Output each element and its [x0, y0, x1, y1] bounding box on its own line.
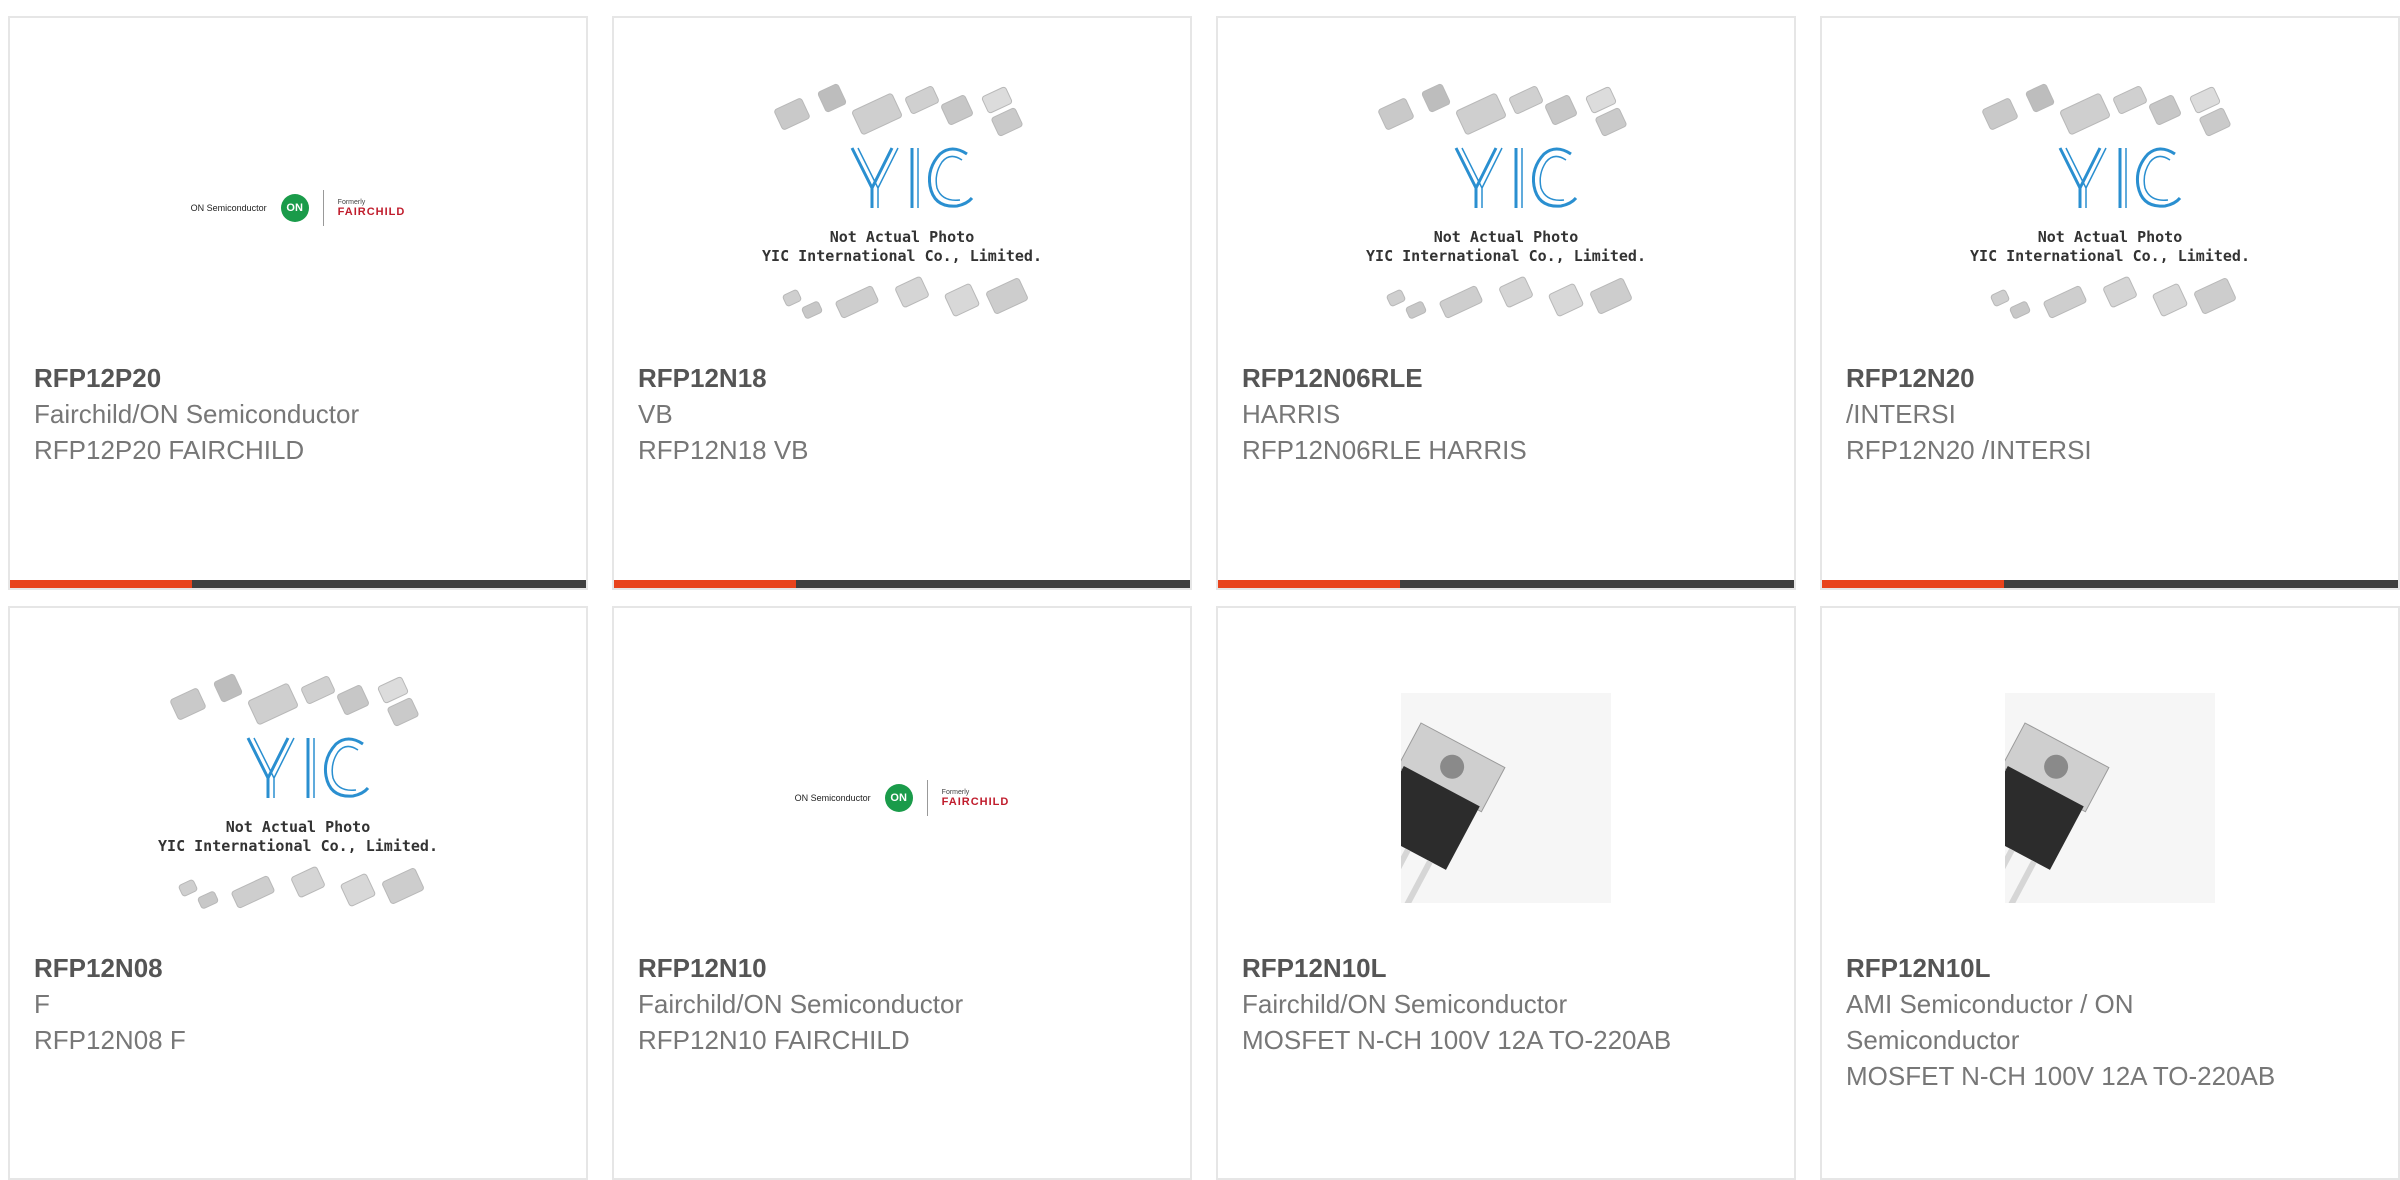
yic-caption-line1: Not Actual Photo	[225, 818, 371, 836]
part-number[interactable]: RFP12N10L	[1242, 950, 1770, 986]
product-image[interactable]: Not Actual Photo YIC International Co., …	[614, 58, 1190, 358]
product-info: RFP12N10 Fairchild/ON Semiconductor RFP1…	[638, 950, 1166, 1058]
manufacturer: /INTERSI	[1846, 399, 1956, 429]
description: RFP12P20 FAIRCHILD	[34, 435, 305, 465]
product-card-2[interactable]: Not Actual Photo YIC International Co., …	[612, 16, 1192, 590]
on-fairchild-logo: ON Semiconductor ON Formerly FAIRCHILD	[191, 190, 406, 226]
yic-caption: Not Actual Photo YIC International Co., …	[158, 818, 438, 856]
yic-logo-icon	[850, 147, 974, 208]
part-number[interactable]: RFP12N06RLE	[1242, 360, 1770, 396]
chip-packages-graphic	[774, 83, 1028, 319]
yic-caption-line2: YIC International Co., Limited.	[1970, 247, 2250, 265]
fairchild-logo: Formerly FAIRCHILD	[338, 199, 406, 218]
yic-placeholder: Not Actual Photo YIC International Co., …	[158, 668, 438, 928]
yic-caption-line2: YIC International Co., Limited.	[1366, 247, 1646, 265]
product-info: RFP12N08 F RFP12N08 F	[34, 950, 562, 1058]
part-number[interactable]: RFP12N10	[638, 950, 1166, 986]
manufacturer: VB	[638, 399, 673, 429]
yic-logo-icon	[1454, 147, 1578, 208]
description: RFP12N06RLE HARRIS	[1242, 435, 1527, 465]
manufacturer: AMI Semiconductor / ON Semiconductor	[1846, 989, 2134, 1055]
product-card-3[interactable]: Not Actual Photo YIC International Co., …	[1216, 16, 1796, 590]
to220-transistor-icon	[2005, 693, 2215, 903]
yic-placeholder: Not Actual Photo YIC International Co., …	[762, 78, 1042, 338]
description: RFP12N08 F	[34, 1025, 186, 1055]
part-number[interactable]: RFP12N18	[638, 360, 1166, 396]
product-image[interactable]: ON Semiconductor ON Formerly FAIRCHILD	[614, 648, 1190, 948]
manufacturer: Fairchild/ON Semiconductor	[1242, 989, 1568, 1019]
product-image[interactable]: Not Actual Photo YIC International Co., …	[10, 648, 586, 948]
product-info: RFP12N06RLE HARRIS RFP12N06RLE HARRIS	[1242, 360, 1770, 468]
card-footer-accent	[1218, 580, 1400, 588]
card-footer-bar	[614, 580, 1190, 588]
chip-packages-graphic	[1982, 83, 2236, 319]
product-image[interactable]: Not Actual Photo YIC International Co., …	[1218, 58, 1794, 358]
product-image[interactable]	[1822, 648, 2398, 948]
yic-caption-line2: YIC International Co., Limited.	[762, 247, 1042, 265]
manufacturer: Fairchild/ON Semiconductor	[638, 989, 964, 1019]
description: RFP12N10 FAIRCHILD	[638, 1025, 910, 1055]
card-footer-bar	[1218, 580, 1794, 588]
yic-caption-line1: Not Actual Photo	[2037, 228, 2183, 246]
on-badge-icon: ON	[884, 784, 913, 812]
yic-placeholder: Not Actual Photo YIC International Co., …	[1970, 78, 2250, 338]
product-image[interactable]: ON Semiconductor ON Formerly FAIRCHILD	[10, 58, 586, 358]
yic-caption-line2: YIC International Co., Limited.	[158, 837, 438, 855]
product-card-7[interactable]: RFP12N10L Fairchild/ON Semiconductor MOS…	[1216, 606, 1796, 1180]
product-info: RFP12N18 VB RFP12N18 VB	[638, 360, 1166, 468]
chip-packages-graphic	[170, 673, 424, 909]
manufacturer: HARRIS	[1242, 399, 1341, 429]
yic-caption-line1: Not Actual Photo	[1433, 228, 1579, 246]
card-footer-bar	[1822, 580, 2398, 588]
card-footer-bar	[10, 580, 586, 588]
formerly-text: Formerly	[337, 198, 366, 206]
part-number[interactable]: RFP12N08	[34, 950, 562, 986]
description: MOSFET N-CH 100V 12A TO-220AB	[1242, 1025, 1672, 1055]
logo-divider	[926, 780, 928, 816]
product-grid: ON Semiconductor ON Formerly FAIRCHILD R…	[0, 0, 2400, 1180]
fairchild-logo: Formerly FAIRCHILD	[942, 789, 1010, 808]
fairchild-text: FAIRCHILD	[941, 795, 1010, 808]
on-logo-text: ON Semiconductor	[190, 203, 267, 213]
product-card-1[interactable]: ON Semiconductor ON Formerly FAIRCHILD R…	[8, 16, 588, 590]
yic-placeholder: Not Actual Photo YIC International Co., …	[1366, 78, 1646, 338]
logo-divider	[322, 190, 324, 226]
to220-transistor-icon	[1401, 693, 1611, 903]
yic-caption-line1: Not Actual Photo	[829, 228, 975, 246]
product-card-4[interactable]: Not Actual Photo YIC International Co., …	[1820, 16, 2400, 590]
yic-caption: Not Actual Photo YIC International Co., …	[1970, 228, 2250, 266]
part-number[interactable]: RFP12N10L	[1846, 950, 2374, 986]
chip-packages-graphic	[1378, 83, 1632, 319]
description: RFP12N18 VB	[638, 435, 809, 465]
product-info: RFP12P20 Fairchild/ON Semiconductor RFP1…	[34, 360, 562, 468]
card-footer-accent	[10, 580, 192, 588]
product-card-8[interactable]: RFP12N10L AMI Semiconductor / ON Semicon…	[1820, 606, 2400, 1180]
formerly-text: Formerly	[941, 788, 970, 796]
product-info: RFP12N20 /INTERSI RFP12N20 /INTERSI	[1846, 360, 2374, 468]
yic-logo-icon	[2058, 147, 2182, 208]
part-number[interactable]: RFP12P20	[34, 360, 562, 396]
fairchild-text: FAIRCHILD	[337, 205, 406, 218]
product-image[interactable]: Not Actual Photo YIC International Co., …	[1822, 58, 2398, 358]
on-badge-icon: ON	[280, 194, 309, 222]
product-image[interactable]	[1218, 648, 1794, 948]
product-card-5[interactable]: Not Actual Photo YIC International Co., …	[8, 606, 588, 1180]
product-info: RFP12N10L AMI Semiconductor / ON Semicon…	[1846, 950, 2374, 1094]
yic-caption: Not Actual Photo YIC International Co., …	[1366, 228, 1646, 266]
on-logo-text: ON Semiconductor	[794, 793, 871, 803]
product-info: RFP12N10L Fairchild/ON Semiconductor MOS…	[1242, 950, 1770, 1058]
manufacturer: F	[34, 989, 50, 1019]
description: RFP12N20 /INTERSI	[1846, 435, 2092, 465]
card-footer-accent	[614, 580, 796, 588]
yic-caption: Not Actual Photo YIC International Co., …	[762, 228, 1042, 266]
product-card-6[interactable]: ON Semiconductor ON Formerly FAIRCHILD R…	[612, 606, 1192, 1180]
on-fairchild-logo: ON Semiconductor ON Formerly FAIRCHILD	[795, 780, 1010, 816]
card-footer-accent	[1822, 580, 2004, 588]
part-number[interactable]: RFP12N20	[1846, 360, 2374, 396]
description: MOSFET N-CH 100V 12A TO-220AB	[1846, 1061, 2276, 1091]
manufacturer: Fairchild/ON Semiconductor	[34, 399, 360, 429]
yic-logo-icon	[246, 737, 370, 798]
